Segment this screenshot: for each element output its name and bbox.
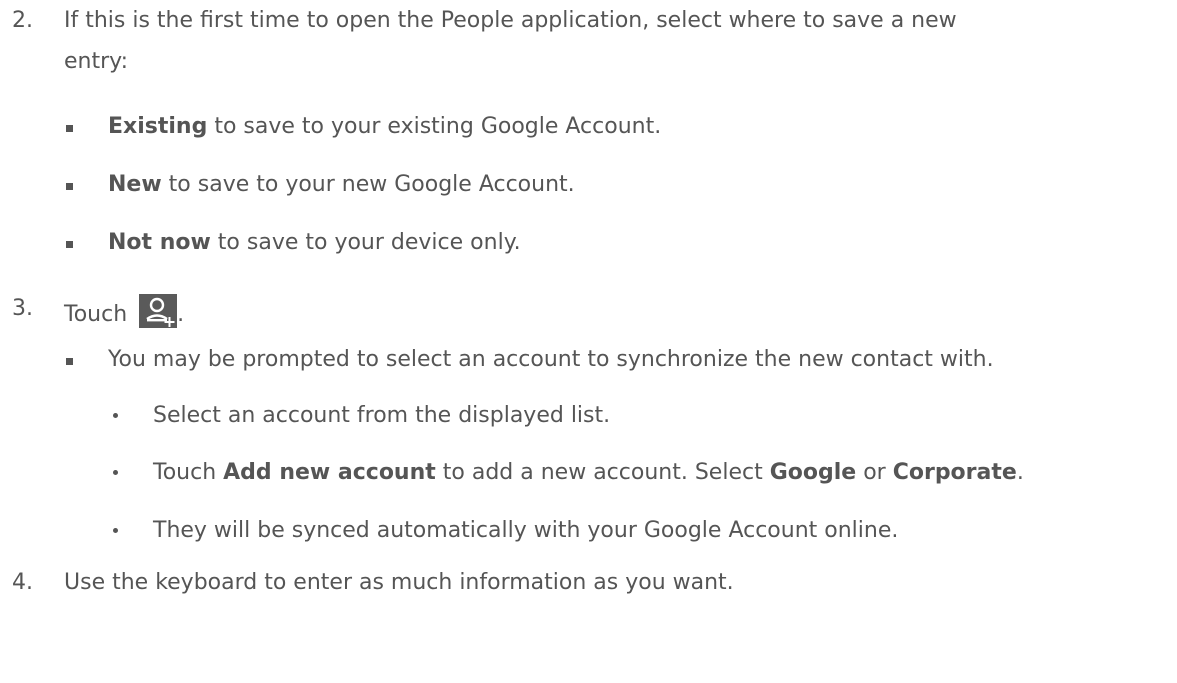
bullet-dot: [113, 528, 118, 533]
sub2-add-new-account: Add new account: [223, 460, 436, 485]
option-new-desc: to save to your new Google Account.: [161, 172, 575, 197]
sub-item-add-account: Touch Add new account to add a new accou…: [153, 458, 1024, 488]
sub2-corporate: Corporate: [892, 460, 1017, 485]
sub2-text-a: Touch: [153, 460, 224, 485]
option-new: New to save to your new Google Account.: [108, 170, 575, 200]
option-new-label: New: [108, 172, 162, 197]
step-3-note: You may be prompted to select an account…: [108, 347, 994, 372]
sub2-text-e: .: [1016, 460, 1024, 485]
step-3-period: .: [177, 302, 185, 327]
step-4-number: 4.: [12, 570, 33, 595]
option-not-now-desc: to save to your device only.: [210, 230, 521, 255]
bullet-dot: [113, 413, 118, 418]
option-not-now: Not now to save to your device only.: [108, 228, 521, 258]
step-3-number: 3.: [12, 296, 33, 321]
step-3-text: Touch .: [64, 294, 184, 330]
step-3-touch: Touch: [64, 302, 128, 327]
bullet-square: [66, 358, 73, 365]
step-2-text-line2: entry:: [64, 49, 128, 74]
bullet-square: [66, 241, 73, 248]
bullet-dot: [113, 470, 118, 475]
option-not-now-label: Not now: [108, 230, 211, 255]
option-existing-desc: to save to your existing Google Account.: [207, 114, 662, 139]
option-existing: Existing to save to your existing Google…: [108, 112, 661, 142]
option-existing-label: Existing: [108, 114, 208, 139]
step-2-text-line1: If this is the first time to open the Pe…: [64, 8, 957, 33]
add-contact-icon: [139, 294, 178, 328]
sub-item-select-account: Select an account from the displayed lis…: [153, 403, 611, 428]
sub-item-synced: They will be synced automatically with y…: [153, 518, 899, 543]
bullet-square: [66, 183, 73, 190]
step-4-text: Use the keyboard to enter as much inform…: [64, 570, 734, 595]
step-2-number: 2.: [12, 8, 33, 33]
bullet-square: [66, 125, 73, 132]
sub2-google: Google: [769, 460, 857, 485]
sub2-text-c: to add a new account. Select: [435, 460, 770, 485]
sub2-text-d: or: [856, 460, 893, 485]
